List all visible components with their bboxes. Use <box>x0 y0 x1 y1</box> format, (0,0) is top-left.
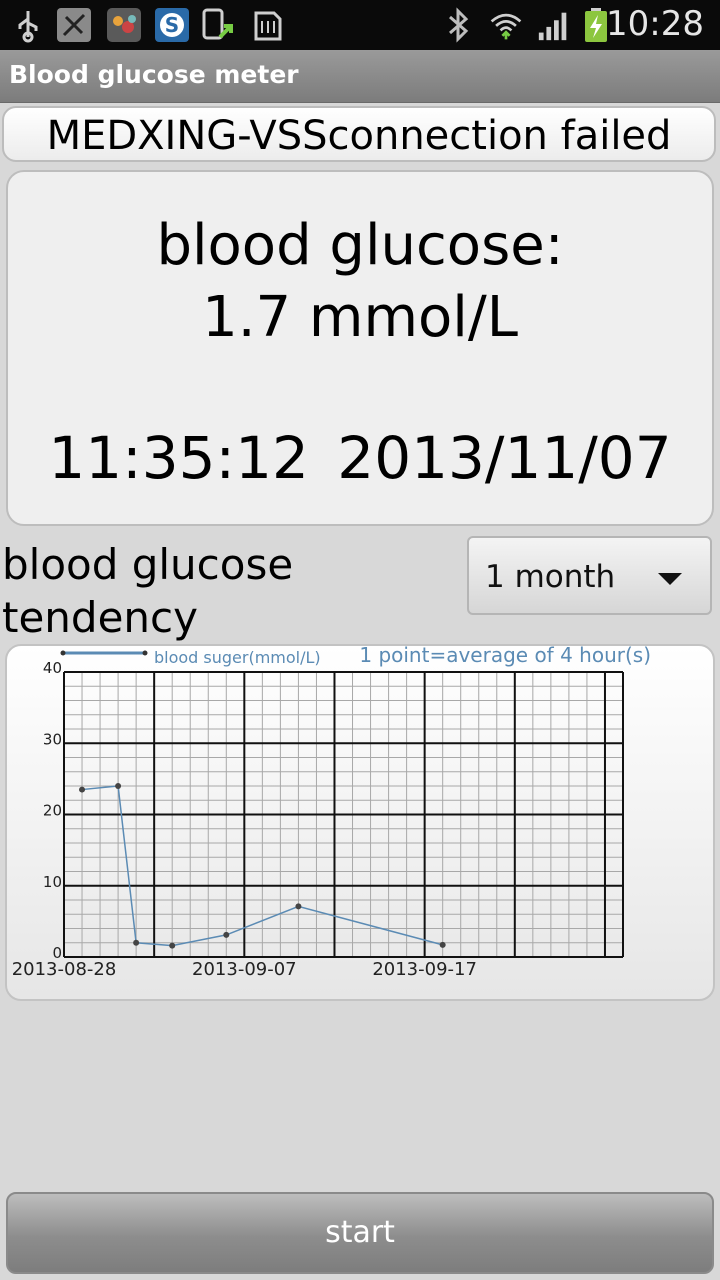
tendency-label-line2: tendency <box>2 593 198 642</box>
s-app-icon: S <box>155 8 189 42</box>
update-icon <box>202 8 233 40</box>
dropdown-arrow-icon <box>658 573 682 585</box>
y-tick-label: 40 <box>43 659 62 677</box>
reading-timestamp: 11:35:12 2013/11/07 <box>48 424 672 492</box>
y-tick-label: 10 <box>43 873 62 891</box>
legend-swatch-dot-right <box>142 650 148 656</box>
bluetooth-icon <box>449 7 469 43</box>
legend-swatch-dot-left <box>60 650 66 656</box>
y-tick-label: 30 <box>43 730 62 748</box>
chart-annotation: 1 point=average of 4 hour(s) <box>359 646 651 667</box>
x-tick-label: 2013-09-17 <box>372 959 477 980</box>
chart-x-ticks: 2013-08-28 2013-09-07 2013-09-17 <box>12 959 477 980</box>
chart-canvas: 010203040 2013-08-28 2013-09-07 2013-09-17… <box>12 646 651 980</box>
reading-value: 1.7 mmol/L <box>202 285 518 350</box>
reading-label: blood glucose: <box>156 213 564 278</box>
title-bar: Blood glucose meter <box>0 50 720 103</box>
app-title: Blood glucose meter <box>9 60 299 89</box>
data-point <box>439 941 446 948</box>
period-selected-value: 1 month <box>485 559 616 595</box>
data-point <box>295 903 302 910</box>
x-tick-label: 2013-09-07 <box>192 959 297 980</box>
y-tick-label: 20 <box>43 802 62 820</box>
connection-status-button[interactable]: MEDXING-VSSconnection failed <box>2 106 716 162</box>
data-point <box>79 786 86 793</box>
tendency-label-line1: blood glucose <box>2 540 294 589</box>
tendency-label: blood glucose tendency <box>2 538 293 644</box>
data-point <box>223 931 230 938</box>
reading-panel: blood glucose: 1.7 mmol/L 11:35:12 2013/… <box>6 170 714 526</box>
clock: 10:28 <box>606 4 704 44</box>
data-point <box>133 939 140 946</box>
app-icon <box>57 8 91 42</box>
svg-text:S: S <box>165 13 179 37</box>
signal-icon <box>538 12 567 41</box>
data-point <box>115 783 122 789</box>
status-bar: S 10:28 <box>0 0 720 50</box>
wifi-icon <box>490 13 522 40</box>
tendency-chart: 0 10 20 30 40 2013-08-28 2013-09-07 2013-09-17… <box>5 644 715 1001</box>
start-button[interactable]: start <box>6 1192 714 1274</box>
data-point <box>169 942 176 949</box>
weather-app-icon <box>107 8 141 42</box>
legend-label: blood suger(mmol/L) <box>154 648 321 667</box>
period-dropdown[interactable]: 1 month <box>467 536 712 615</box>
sd-card-icon <box>254 11 282 41</box>
x-tick-label: 2013-08-28 <box>12 959 117 980</box>
chart-y-ticks: 010203040 <box>43 659 62 962</box>
usb-icon <box>18 11 38 43</box>
